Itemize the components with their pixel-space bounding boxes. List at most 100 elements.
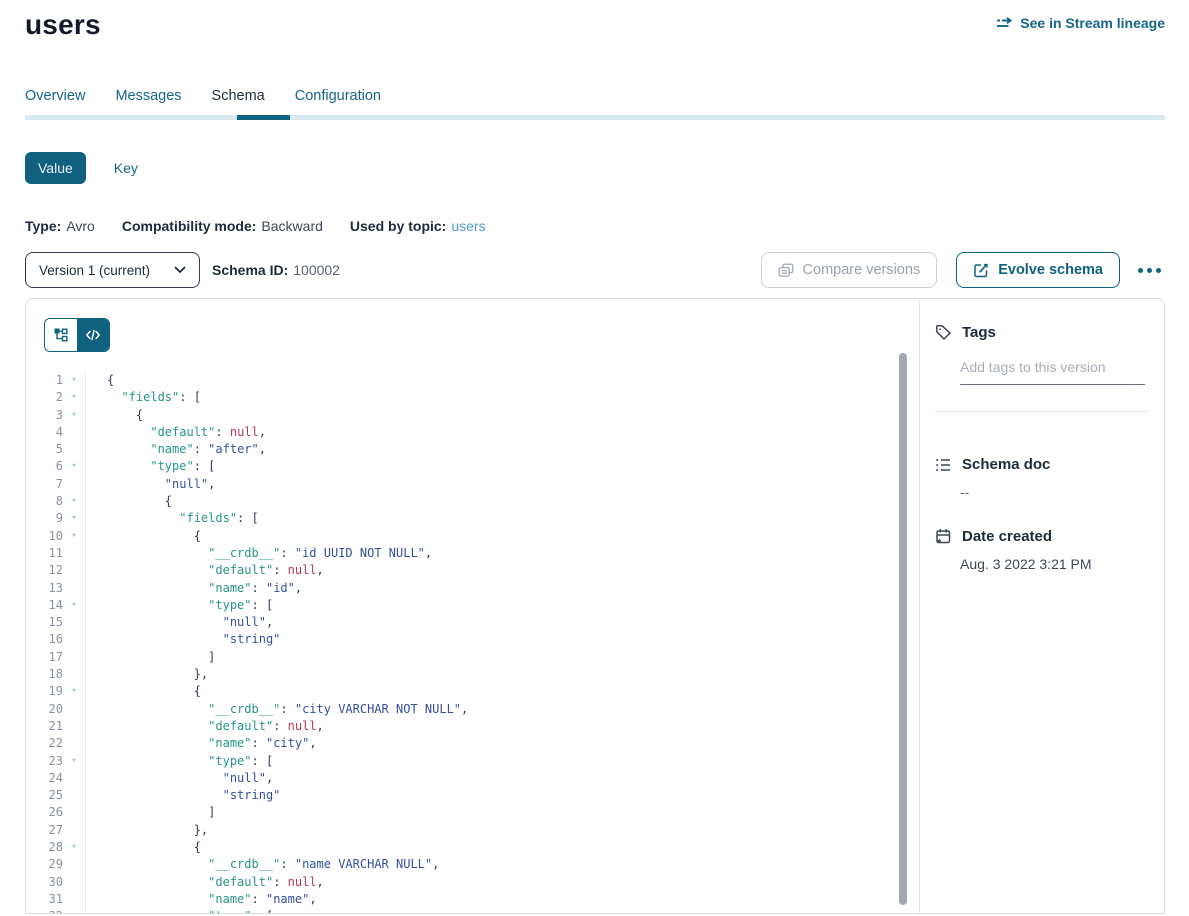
line-number: 23 (26, 753, 63, 770)
line-number: 21 (26, 718, 63, 735)
code-text: "__crdb__": "id UUID NOT NULL", (85, 545, 919, 562)
used-by-topic: Used by topic:users (350, 218, 486, 234)
schema-doc-section: Schema doc -- (935, 456, 1149, 500)
line-number: 17 (26, 649, 63, 666)
schema-doc-header: Schema doc (935, 456, 1149, 473)
fold-toggle-icon[interactable]: ▾ (63, 493, 85, 510)
view-mode-toggle (44, 318, 110, 352)
code-text: "name": "name", (85, 891, 919, 908)
see-in-stream-lineage-link[interactable]: See in Stream lineage (996, 15, 1165, 31)
tags-title: Tags (962, 324, 996, 341)
key-toggle-link[interactable]: Key (114, 160, 138, 176)
fold-spacer (63, 441, 85, 458)
fold-toggle-icon[interactable]: ▾ (63, 683, 85, 700)
code-view-button[interactable] (77, 319, 109, 351)
line-number: 2 (26, 389, 63, 406)
line-number: 25 (26, 787, 63, 804)
fold-toggle-icon[interactable]: ▾ (63, 407, 85, 424)
line-number: 16 (26, 631, 63, 648)
line-number: 31 (26, 891, 63, 908)
code-text: "null", (85, 476, 919, 493)
topic-link[interactable]: users (451, 218, 485, 234)
line-number: 22 (26, 735, 63, 752)
code-text: { (85, 839, 919, 856)
line-number: 8 (26, 493, 63, 510)
more-options-button[interactable] (1134, 262, 1165, 279)
stream-lineage-label: See in Stream lineage (1020, 15, 1165, 31)
page-title: users (25, 9, 101, 41)
tab-configuration[interactable]: Configuration (295, 88, 381, 115)
fold-toggle-icon[interactable]: ▾ (63, 908, 85, 913)
code-text: "fields": [ (85, 389, 919, 406)
code-text: "name": "after", (85, 441, 919, 458)
code-line: 15 "null", (26, 614, 919, 631)
code-line: 1▾{ (26, 372, 919, 389)
schema-doc-value: -- (960, 484, 1149, 500)
code-line: 25 "string" (26, 787, 919, 804)
code-line: 31 "name": "name", (26, 891, 919, 908)
value-toggle-button[interactable]: Value (25, 152, 86, 184)
fold-toggle-icon[interactable]: ▾ (63, 528, 85, 545)
code-line: 21 "default": null, (26, 718, 919, 735)
code-text: "null", (85, 770, 919, 787)
code-text: "string" (85, 631, 919, 648)
code-line: 14▾ "type": [ (26, 597, 919, 614)
tab-schema[interactable]: Schema (212, 88, 265, 115)
tag-icon (935, 324, 952, 341)
schema-controls-row: Version 1 (current) Schema ID:100002 (25, 252, 1165, 288)
code-line: 24 "null", (26, 770, 919, 787)
fold-toggle-icon[interactable]: ▾ (63, 597, 85, 614)
code-text: "default": null, (85, 874, 919, 891)
line-number: 24 (26, 770, 63, 787)
tab-bar: Overview Messages Schema Configuration (25, 88, 1165, 115)
code-line: 23▾ "type": [ (26, 753, 919, 770)
code-text: { (85, 683, 919, 700)
version-select[interactable]: Version 1 (current) (25, 252, 200, 288)
evolve-schema-button[interactable]: Evolve schema (956, 252, 1120, 288)
line-number: 10 (26, 528, 63, 545)
line-number: 5 (26, 441, 63, 458)
tab-overview[interactable]: Overview (25, 88, 85, 115)
fold-toggle-icon[interactable]: ▾ (63, 458, 85, 475)
fold-toggle-icon[interactable]: ▾ (63, 839, 85, 856)
line-number: 4 (26, 424, 63, 441)
code-line: 3▾ { (26, 407, 919, 424)
code-line: 6▾ "type": [ (26, 458, 919, 475)
line-number: 3 (26, 407, 63, 424)
tree-view-button[interactable] (45, 319, 77, 351)
date-created-value: Aug. 3 2022 3:21 PM (960, 556, 1149, 572)
compatibility-value: Backward (261, 218, 322, 234)
tree-view-icon (53, 327, 69, 343)
fold-toggle-icon[interactable]: ▾ (63, 389, 85, 406)
editor-vertical-scrollbar[interactable] (899, 353, 907, 905)
schema-code-editor: 1▾{2▾ "fields": [3▾ {4 "default": null,5… (26, 299, 919, 913)
stream-lineage-icon (996, 15, 1013, 31)
fold-spacer (63, 891, 85, 908)
add-tags-input[interactable] (960, 359, 1145, 385)
compare-versions-button[interactable]: Compare versions (761, 252, 938, 288)
line-number: 27 (26, 822, 63, 839)
active-tab-underline (237, 115, 290, 120)
code-line: 16 "string" (26, 631, 919, 648)
evolve-schema-label: Evolve schema (998, 262, 1103, 278)
code-text: { (85, 493, 919, 510)
fold-toggle-icon[interactable]: ▾ (63, 510, 85, 527)
code-line: 13 "name": "id", (26, 580, 919, 597)
date-created-header: Date created (935, 528, 1149, 545)
schema-doc-title: Schema doc (962, 456, 1050, 473)
fold-toggle-icon[interactable]: ▾ (63, 753, 85, 770)
type-value: Avro (66, 218, 95, 234)
fold-toggle-icon[interactable]: ▾ (63, 372, 85, 389)
code-line: 12 "default": null, (26, 562, 919, 579)
tab-messages[interactable]: Messages (115, 88, 181, 115)
fold-spacer (63, 770, 85, 787)
schema-meta-row: Type:Avro Compatibility mode:Backward Us… (25, 218, 1165, 234)
code-line: 27 }, (26, 822, 919, 839)
code-line: 7 "null", (26, 476, 919, 493)
code-line: 29 "__crdb__": "name VARCHAR NULL", (26, 856, 919, 873)
version-selected-value: Version 1 (current) (39, 263, 150, 278)
fold-spacer (63, 735, 85, 752)
fold-spacer (63, 580, 85, 597)
code-line: 19▾ { (26, 683, 919, 700)
date-created-section: Date created Aug. 3 2022 3:21 PM (935, 528, 1149, 572)
